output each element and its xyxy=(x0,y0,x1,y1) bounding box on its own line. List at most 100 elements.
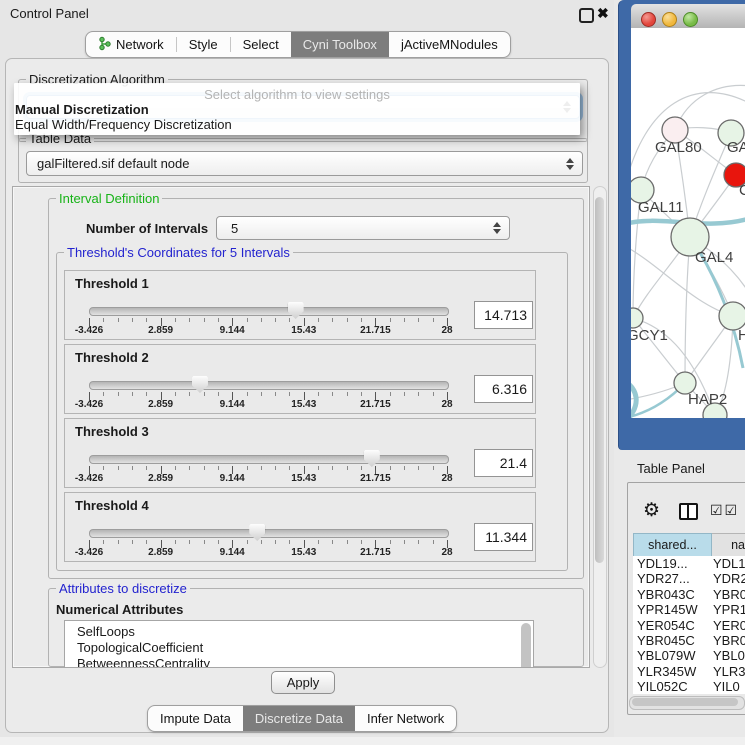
gear-icon[interactable]: ⚙ xyxy=(643,499,660,522)
tick-mark xyxy=(418,318,419,322)
number-of-intervals-combobox[interactable]: 5 xyxy=(216,216,510,240)
tick-mark xyxy=(132,318,133,322)
table-row[interactable]: YER054CYER0 xyxy=(633,618,745,633)
tab-cyni-toolbox[interactable]: Cyni Toolbox xyxy=(291,32,389,57)
tick-mark xyxy=(189,466,190,470)
table-row[interactable]: YLR345WYLR3 xyxy=(633,664,745,679)
attribute-list-item[interactable]: SelfLoops xyxy=(65,624,533,640)
attributes-list-scrollbar[interactable] xyxy=(521,623,531,668)
popup-option-equal-width-frequency[interactable]: Equal Width/Frequency Discretization xyxy=(15,117,232,132)
popup-option-manual-discretization[interactable]: Manual Discretization xyxy=(15,102,149,117)
threshold-slider-handle[interactable] xyxy=(192,376,208,393)
tick-label: 2.859 xyxy=(131,547,191,558)
tick-mark xyxy=(261,466,262,470)
tick-label: 2.859 xyxy=(131,399,191,410)
table-row[interactable]: YIL052CYIL0 xyxy=(633,679,745,694)
network-canvas[interactable]: GAL80GACGAL11GAL4GCY1HHAP2 xyxy=(631,28,745,418)
network-node[interactable] xyxy=(719,302,745,330)
tick-label: 9.144 xyxy=(202,473,262,484)
network-window-titlebar[interactable] xyxy=(631,4,745,29)
tick-mark xyxy=(289,466,290,470)
algorithm-dropdown-popup: Select algorithm to view settings Manual… xyxy=(14,83,580,135)
network-node[interactable] xyxy=(631,308,643,328)
tab-network[interactable]: Network xyxy=(86,32,176,57)
tick-mark xyxy=(275,392,276,396)
interval-definition-group-title: Interval Definition xyxy=(56,191,162,206)
threshold-slider-handle[interactable] xyxy=(364,450,380,467)
table-row[interactable]: YBL079WYBL0 xyxy=(633,648,745,663)
tab-discretize-data[interactable]: Discretize Data xyxy=(243,706,355,731)
numerical-attributes-list[interactable]: SelfLoopsTopologicalCoefficientBetweenne… xyxy=(64,620,534,668)
tab-impute-data[interactable]: Impute Data xyxy=(148,706,243,731)
attribute-list-item[interactable]: BetweennessCentrality xyxy=(65,656,533,668)
apply-button[interactable]: Apply xyxy=(271,671,335,694)
table-horizontal-scrollbar[interactable] xyxy=(629,696,745,710)
threshold-value-field[interactable]: 21.4 xyxy=(474,449,533,477)
threshold-panel: Threshold 3 -3.4262.8599.14415.4321.7152… xyxy=(64,418,536,488)
tick-mark xyxy=(175,392,176,396)
tick-mark xyxy=(361,466,362,470)
tick-mark xyxy=(261,318,262,322)
tab-infer-network[interactable]: Infer Network xyxy=(355,706,456,731)
tick-mark xyxy=(347,466,348,470)
tab-label: Infer Network xyxy=(367,711,444,726)
table-data-combobox[interactable]: galFiltered.sif default node xyxy=(26,151,583,176)
threshold-panel: Threshold 1 -3.4262.8599.14415.4321.7152… xyxy=(64,270,536,340)
tick-mark xyxy=(103,392,104,396)
table-panel-title: Table Panel xyxy=(637,461,705,476)
threshold-slider-handle[interactable] xyxy=(249,524,265,541)
tick-label: 28 xyxy=(417,399,477,410)
scrollbar-thumb[interactable] xyxy=(595,197,604,563)
table-row[interactable]: YBR045CYBR0 xyxy=(633,633,745,648)
cell-name: YBL0 xyxy=(713,648,745,663)
main-vertical-scrollbar[interactable] xyxy=(593,186,607,668)
threshold-slider-track[interactable] xyxy=(89,381,449,390)
threshold-slider-track[interactable] xyxy=(89,307,449,316)
column-header-shared-name[interactable]: shared... xyxy=(633,533,712,557)
tab-style[interactable]: Style xyxy=(177,32,230,57)
tick-mark xyxy=(204,466,205,470)
tick-mark xyxy=(390,318,391,322)
checkbox-icons[interactable]: ☑☑ xyxy=(710,502,739,519)
tick-mark xyxy=(218,318,219,322)
threshold-value-field[interactable]: 6.316 xyxy=(474,375,533,403)
close-traffic-light-icon[interactable] xyxy=(641,12,656,27)
attribute-list-item[interactable]: TopologicalCoefficient xyxy=(65,640,533,656)
tick-mark xyxy=(318,466,319,470)
table-row[interactable]: YDL19...YDL1 xyxy=(633,556,745,571)
tab-label: Cyni Toolbox xyxy=(303,37,377,52)
table-row[interactable]: YDR27...YDR2 xyxy=(633,571,745,586)
threshold-value-field[interactable]: 11.344 xyxy=(474,523,533,551)
threshold-slider-handle[interactable] xyxy=(288,302,304,319)
float-window-icon[interactable] xyxy=(579,8,594,23)
threshold-slider-track[interactable] xyxy=(89,455,449,464)
tick-label: 21.715 xyxy=(345,399,405,410)
split-columns-icon[interactable] xyxy=(679,503,698,520)
tick-mark xyxy=(347,392,348,396)
tab-jactivemnodules[interactable]: jActiveMNodules xyxy=(389,32,510,57)
tick-mark xyxy=(146,318,147,322)
column-header-name[interactable]: na xyxy=(712,533,745,557)
network-node-label: GAL11 xyxy=(638,199,684,216)
tick-mark xyxy=(418,540,419,544)
tab-select[interactable]: Select xyxy=(231,32,291,57)
cell-name: YPR1 xyxy=(713,602,745,617)
combo-arrows-icon xyxy=(493,222,501,234)
tick-mark xyxy=(146,392,147,396)
close-icon[interactable]: ✖ xyxy=(597,5,609,22)
tick-mark xyxy=(275,318,276,322)
zoom-traffic-light-icon[interactable] xyxy=(683,12,698,27)
table-row[interactable]: YPR145WYPR1 xyxy=(633,602,745,617)
threshold-label: Threshold 1 xyxy=(75,276,149,291)
tick-mark xyxy=(103,318,104,322)
table-row[interactable]: YBR043CYBR0 xyxy=(633,587,745,602)
threshold-slider-track[interactable] xyxy=(89,529,449,538)
tick-mark xyxy=(418,466,419,470)
scrollbar-thumb[interactable] xyxy=(632,698,738,706)
threshold-value-field[interactable]: 14.713 xyxy=(474,301,533,329)
tick-mark xyxy=(189,318,190,322)
minimize-traffic-light-icon[interactable] xyxy=(662,12,677,27)
tick-label: 15.43 xyxy=(274,473,334,484)
tick-mark xyxy=(361,318,362,322)
network-graph[interactable]: GAL80GACGAL11GAL4GCY1HHAP2 xyxy=(631,28,745,418)
